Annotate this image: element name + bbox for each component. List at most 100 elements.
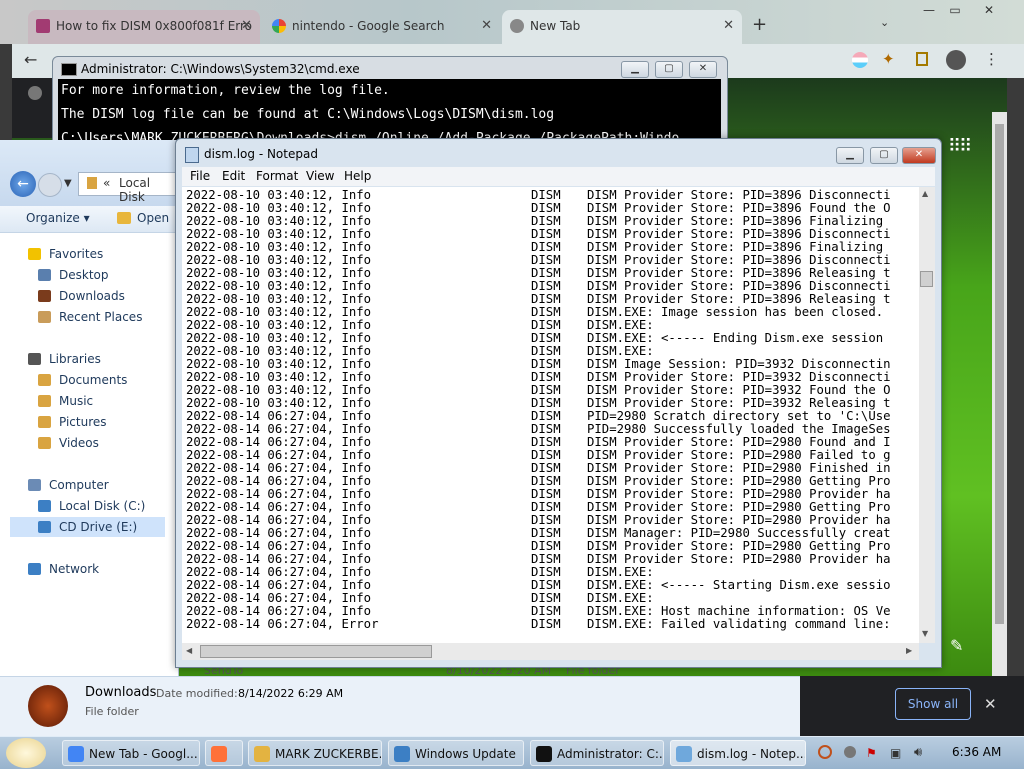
scroll-down-icon[interactable]: ▼ (922, 629, 928, 638)
start-button[interactable] (6, 738, 46, 768)
tab-search-chevron-icon[interactable]: ⌄ (880, 16, 889, 29)
organize-button[interactable]: Organize ▾ (26, 211, 90, 225)
taskbar-button[interactable]: Administrator: C:... (530, 740, 664, 766)
scrollbar-thumb[interactable] (920, 271, 933, 287)
taskbar-app-icon (536, 746, 552, 762)
side-panel-icon[interactable] (916, 52, 928, 66)
cmd-output[interactable]: For more information, review the log fil… (58, 79, 721, 147)
nav-tree-item[interactable]: Libraries (0, 349, 170, 369)
maximize-icon[interactable]: ▢ (870, 147, 898, 164)
taskbar-button[interactable]: Windows Update (388, 740, 524, 766)
breadcrumb-overflow[interactable]: « (103, 176, 110, 190)
chrome-tab-new-tab[interactable]: New Tab ✕ (502, 10, 742, 44)
taskbar-button[interactable] (205, 740, 243, 766)
notepad-icon (185, 147, 199, 163)
nav-tree-item[interactable]: Local Disk (C:) (0, 496, 170, 516)
menu-help[interactable]: Help (344, 169, 371, 183)
menu-edit[interactable]: Edit (222, 169, 245, 183)
nav-tree-item[interactable]: Videos (0, 433, 170, 453)
address-bar[interactable]: « Local Disk (78, 172, 180, 204)
folder-icon (87, 177, 97, 189)
menu-format[interactable]: Format (256, 169, 298, 183)
chrome-tab-dism[interactable]: How to fix DISM 0x800f081f Erro ✕ (28, 10, 260, 44)
profile-avatar-icon[interactable] (946, 50, 966, 70)
horizontal-scrollbar[interactable]: ◀ ▶ (182, 643, 919, 660)
nav-tree-item[interactable]: Downloads (0, 286, 170, 306)
puzzle-icon[interactable]: ✦ (882, 50, 895, 68)
new-tab-button[interactable]: + (752, 14, 767, 35)
minimize-icon[interactable]: — (916, 2, 942, 18)
close-tab-icon[interactable]: ✕ (723, 10, 734, 42)
forward-icon[interactable] (38, 173, 62, 197)
details-name: Downloads (85, 685, 157, 700)
minimize-icon[interactable]: ▁ (836, 147, 864, 164)
tree-item-icon (28, 248, 41, 260)
nav-tree-item[interactable]: Music (0, 391, 170, 411)
menu-view[interactable]: View (306, 169, 334, 183)
menu-file[interactable]: File (190, 169, 210, 183)
nav-tree-item[interactable]: Favorites (0, 244, 170, 264)
chrome-tab-nintendo[interactable]: nintendo - Google Search ✕ (264, 10, 500, 44)
scroll-up-icon[interactable]: ▲ (922, 189, 928, 198)
nav-tree-item[interactable]: Recent Places (0, 307, 170, 327)
extension-icon[interactable] (852, 52, 868, 68)
log-message: DISM.EXE: Failed validating command line… (587, 617, 891, 631)
tab-label: New Tab (530, 19, 581, 33)
close-window-icon[interactable]: ✕ (976, 2, 1002, 18)
nav-tree-item[interactable]: Network (0, 559, 170, 579)
taskbar: New Tab - Googl... MARK ZUCKERBE... Window… (0, 736, 1024, 769)
back-icon[interactable]: ← (24, 50, 37, 69)
organize-label: Organize (26, 211, 80, 225)
search-icon[interactable] (818, 745, 832, 759)
network-icon[interactable]: ▣ (890, 746, 901, 760)
taskbar-button[interactable]: MARK ZUCKERBE... (248, 740, 382, 766)
chrome-icon (510, 19, 524, 33)
volume-icon[interactable]: 🔊︎ (914, 745, 922, 760)
open-button[interactable]: Open (137, 211, 169, 225)
close-window-icon[interactable]: ✕ (902, 147, 936, 164)
tree-item-icon (38, 395, 51, 407)
tree-item-icon (28, 563, 41, 575)
scrollbar-thumb[interactable] (200, 645, 432, 658)
nav-tree-item[interactable]: Desktop (0, 265, 170, 285)
scroll-right-icon[interactable]: ▶ (906, 646, 912, 655)
close-tab-icon[interactable]: ✕ (481, 10, 492, 42)
details-modified-value: 8/14/2022 6:29 AM (238, 687, 344, 700)
tree-item-label: Local Disk (C:) (59, 499, 146, 513)
nav-tree-item[interactable]: Computer (0, 475, 170, 495)
show-all-downloads-button[interactable]: Show all (895, 688, 971, 720)
log-timestamp: 2022-08-14 06:27:04, Error (186, 617, 379, 631)
history-icon[interactable] (28, 86, 42, 100)
customize-pencil-icon[interactable]: ✎ (950, 636, 963, 655)
maximize-icon[interactable]: ▭ (942, 2, 968, 18)
notepad-window: dism.log - Notepad ▁ ▢ ✕ File Edit Forma… (175, 138, 942, 668)
minimize-icon[interactable]: ▁ (621, 61, 649, 78)
recent-pages-chevron-icon[interactable]: ▼ (64, 178, 72, 189)
tree-item-label: Desktop (59, 268, 109, 282)
clock[interactable]: 6:36 AM (952, 745, 1001, 759)
notepad-title: dism.log - Notepad (204, 147, 318, 161)
nav-tree-item[interactable]: CD Drive (E:) (10, 517, 165, 537)
open-folder-icon (117, 212, 131, 224)
chrome-scrollbar[interactable] (992, 112, 1007, 676)
notepad-text-area[interactable]: 2022-08-10 03:40:12, Info DISM DISM Provid… (182, 187, 919, 643)
nav-tree-item[interactable]: Pictures (0, 412, 170, 432)
back-icon[interactable]: ← (10, 171, 36, 197)
close-window-icon[interactable]: ✕ (689, 61, 717, 78)
taskbar-button[interactable]: dism.log - Notep... (670, 740, 806, 766)
close-tab-icon[interactable]: ✕ (241, 10, 252, 42)
close-downloads-bar-icon[interactable]: ✕ (984, 695, 997, 713)
action-center-icon[interactable]: ⚑ (866, 746, 877, 760)
vertical-scrollbar[interactable]: ▲ ▼ (919, 187, 935, 643)
taskbar-button[interactable]: New Tab - Googl... (62, 740, 200, 766)
maximize-icon[interactable]: ▢ (655, 61, 683, 78)
breadcrumb[interactable]: Local Disk (119, 176, 179, 204)
tree-item-icon (38, 374, 51, 386)
nav-tree-item[interactable]: Documents (0, 370, 170, 390)
tray-icon[interactable] (844, 746, 856, 758)
more-menu-icon[interactable]: ⋮ (984, 50, 999, 68)
taskbar-button-label: Windows Update (415, 747, 516, 761)
scrollbar-thumb[interactable] (995, 124, 1004, 624)
apps-grid-icon[interactable]: ⠿⠿ (948, 136, 972, 157)
scroll-left-icon[interactable]: ◀ (186, 646, 192, 655)
